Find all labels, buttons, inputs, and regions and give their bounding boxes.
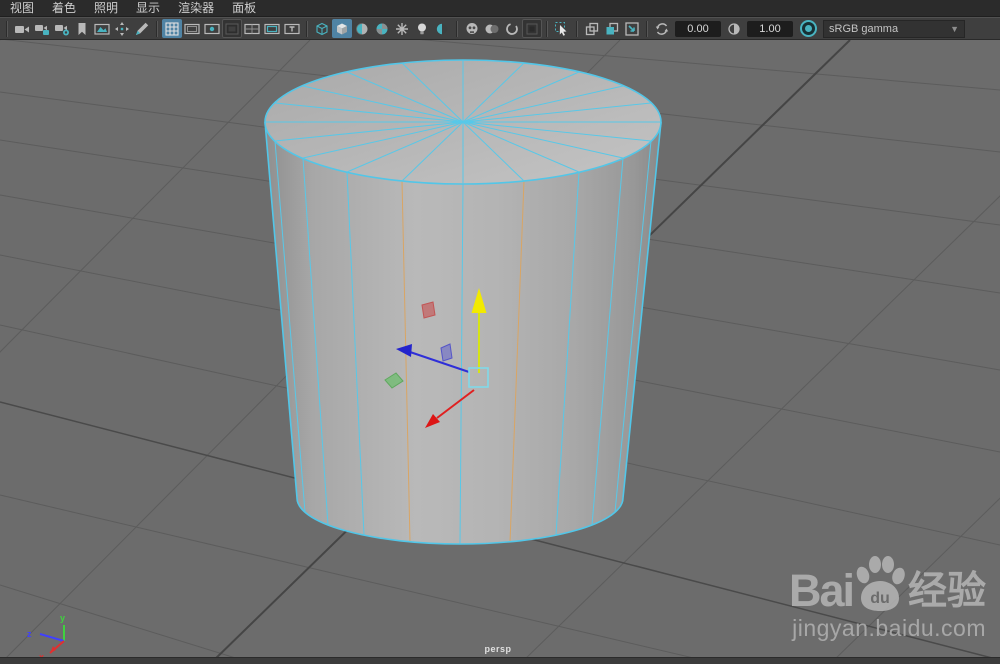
gate-mask-icon[interactable] bbox=[222, 19, 242, 38]
manip-plane-yz-red[interactable] bbox=[421, 301, 436, 319]
camera-name-label: persp bbox=[484, 644, 512, 654]
gizmo-z-label: z bbox=[27, 629, 32, 639]
color-profile-value: sRGB gamma bbox=[829, 22, 899, 35]
wireframe-on-shaded-icon[interactable] bbox=[352, 19, 372, 38]
toolbar-separator bbox=[156, 20, 158, 37]
motion-blur-icon[interactable] bbox=[522, 19, 542, 38]
menu-show[interactable]: 显示 bbox=[130, 0, 166, 17]
film-gate-icon[interactable] bbox=[182, 19, 202, 38]
view-axis-gizmo: y z x bbox=[27, 613, 65, 662]
toolbar-separator bbox=[6, 20, 8, 37]
perspective-viewport[interactable]: y z x persp bbox=[0, 40, 1000, 664]
snap-camera-icon[interactable] bbox=[12, 19, 32, 38]
resolution-gate-icon[interactable] bbox=[202, 19, 222, 38]
safe-title-icon[interactable] bbox=[282, 19, 302, 38]
safe-action-icon[interactable] bbox=[262, 19, 282, 38]
select-tool-icon[interactable] bbox=[552, 19, 572, 38]
exposure-icon[interactable] bbox=[652, 19, 672, 38]
toolbar-separator bbox=[646, 20, 648, 37]
menu-shading[interactable]: 着色 bbox=[46, 0, 82, 17]
menu-renderer[interactable]: 渲染器 bbox=[172, 0, 220, 17]
chevron-down-icon: ▼ bbox=[950, 23, 959, 34]
default-lighting-icon[interactable] bbox=[412, 19, 432, 38]
lock-camera-icon[interactable] bbox=[32, 19, 52, 38]
color-profile-dropdown[interactable]: sRGB gamma ▼ bbox=[823, 19, 965, 38]
grease-pencil-icon[interactable] bbox=[132, 19, 152, 38]
wireframe-mode-icon[interactable] bbox=[312, 19, 332, 38]
window-bottom-edge bbox=[0, 657, 1000, 664]
grid-toggle-icon[interactable] bbox=[162, 19, 182, 38]
color-management-toggle-icon[interactable] bbox=[800, 20, 817, 37]
image-plane-icon[interactable] bbox=[92, 19, 112, 38]
anti-aliasing-icon[interactable] bbox=[502, 19, 522, 38]
cylinder-object[interactable] bbox=[264, 59, 662, 545]
isolate-add-icon[interactable] bbox=[602, 19, 622, 38]
zoom-region-icon[interactable] bbox=[622, 19, 642, 38]
gizmo-y-label: y bbox=[60, 613, 65, 623]
shaded-mode-icon[interactable] bbox=[332, 19, 352, 38]
shadows-icon[interactable] bbox=[432, 19, 452, 38]
toolbar-separator bbox=[306, 20, 308, 37]
menu-view[interactable]: 视图 bbox=[4, 0, 40, 17]
use-all-lights-icon[interactable] bbox=[392, 19, 412, 38]
toolbar-separator bbox=[546, 20, 548, 37]
2d-pan-zoom-icon[interactable] bbox=[112, 19, 132, 38]
viewport-canvas[interactable]: y z x bbox=[0, 40, 1000, 664]
textured-mode-icon[interactable] bbox=[372, 19, 392, 38]
xray-icon[interactable] bbox=[482, 19, 502, 38]
contrast-icon[interactable] bbox=[724, 19, 744, 38]
viewport-menubar: 视图 着色 照明 显示 渲染器 面板 bbox=[0, 0, 1000, 17]
camera-attributes-icon[interactable] bbox=[52, 19, 72, 38]
toolbar-separator bbox=[576, 20, 578, 37]
toolbar-separator bbox=[456, 20, 458, 37]
screen-space-ao-icon[interactable] bbox=[462, 19, 482, 38]
isolate-select-icon[interactable] bbox=[582, 19, 602, 38]
menu-lighting[interactable]: 照明 bbox=[88, 0, 124, 17]
gamma-field[interactable]: 1.00 bbox=[747, 20, 793, 37]
bookmark-icon[interactable] bbox=[72, 19, 92, 38]
field-chart-icon[interactable] bbox=[242, 19, 262, 38]
menu-panels[interactable]: 面板 bbox=[226, 0, 262, 17]
exposure-field[interactable]: 0.00 bbox=[675, 20, 721, 37]
panel-toolbar: 0.00 1.00 sRGB gamma ▼ bbox=[0, 17, 1000, 40]
